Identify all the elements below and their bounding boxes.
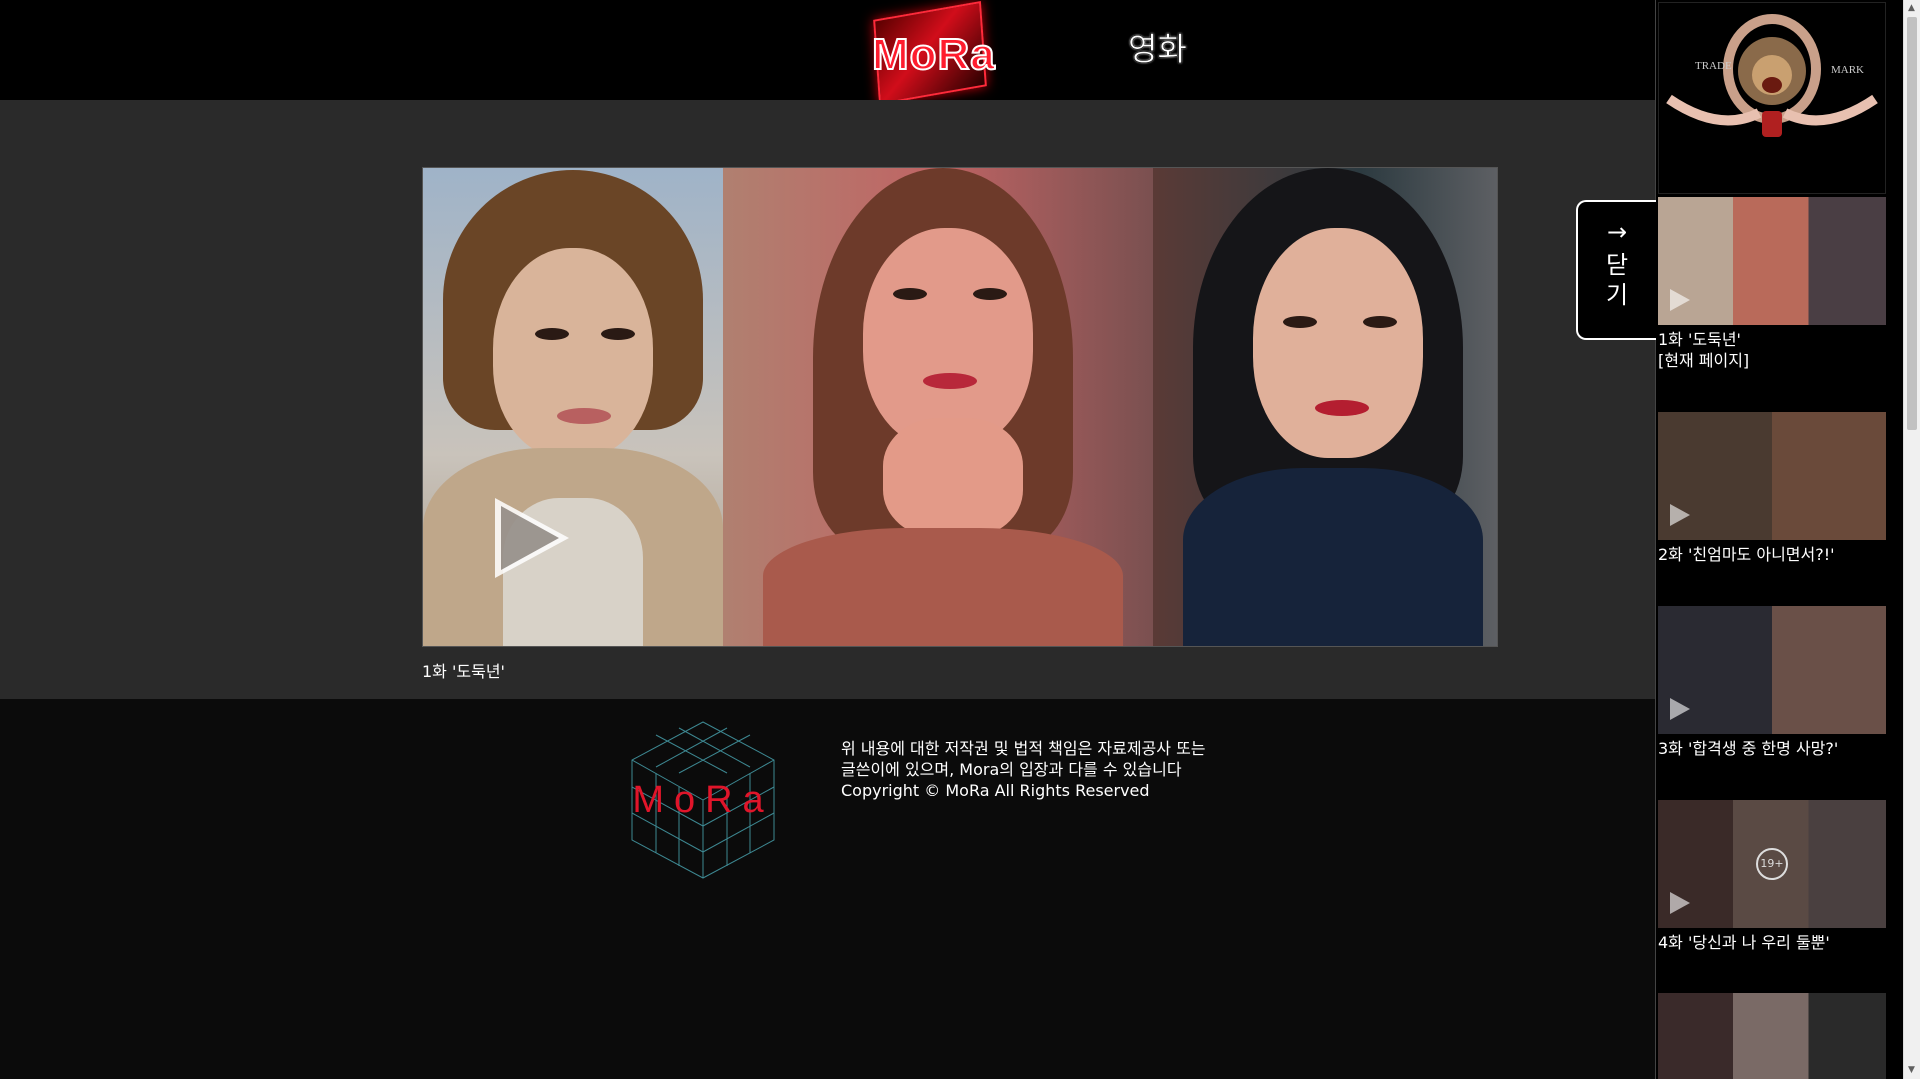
- episode-thumbnail[interactable]: [1658, 412, 1886, 540]
- footer-line-2: 글쓴이에 있으며, Mora의 입장과 다를 수 있습니다: [841, 760, 1182, 779]
- video-frame-center: [723, 168, 1153, 646]
- lion-emblem-icon: TRADE MARK: [1666, 14, 1878, 137]
- age-rating-badge: 19+: [1756, 848, 1788, 880]
- mora-logo[interactable]: MoRa: [866, 0, 996, 106]
- scroll-down-icon[interactable]: ▼: [1908, 1065, 1915, 1075]
- episode-item-4[interactable]: 19+ 4화 '당신과 나 우리 둘뿐': [1658, 800, 1886, 953]
- episode-item-5[interactable]: [1658, 993, 1886, 1079]
- episode-title: 1화 '도둑년': [422, 662, 505, 681]
- play-icon: [1670, 289, 1690, 311]
- episode-thumbnail[interactable]: 19+: [1658, 800, 1886, 928]
- episode-thumbnail[interactable]: [1658, 197, 1886, 325]
- cube-grid-icon: MoRa: [631, 721, 775, 879]
- episode-sidebar[interactable]: TRADE MARK 1화 '도둑년' [현재 페이지] 2화 '친엄마도 아니…: [1655, 0, 1903, 1079]
- arrow-right-icon: →: [1606, 218, 1628, 246]
- video-frame-left: [423, 168, 723, 646]
- scroll-thumb[interactable]: [1907, 17, 1917, 430]
- trade-text: TRADE: [1695, 60, 1732, 72]
- page-scrollbar[interactable]: ▲ ▼: [1903, 0, 1920, 1079]
- episode-thumbnail[interactable]: [1658, 606, 1886, 734]
- footer-logo: MoRa: [630, 720, 776, 880]
- episode-item-3[interactable]: 3화 '합격생 중 한명 사망?': [1658, 606, 1886, 759]
- play-icon: [1670, 892, 1690, 914]
- footer-copyright: Copyright © MoRa All Rights Reserved: [841, 781, 1150, 800]
- episode-thumbnail[interactable]: [1658, 993, 1886, 1079]
- logo-text: MoRa: [871, 29, 996, 80]
- episode-item-1[interactable]: 1화 '도둑년' [현재 페이지]: [1658, 197, 1886, 371]
- nav-movies-link[interactable]: 영화: [1128, 24, 1187, 70]
- sidebar-close-button[interactable]: → 닫기: [1576, 200, 1656, 340]
- main-content: 1화 '도둑년': [0, 100, 1655, 699]
- scroll-up-icon[interactable]: ▲: [1908, 3, 1915, 13]
- footer-text: 위 내용에 대한 저작권 및 법적 책임은 자료제공사 또는 글쓴이에 있으며,…: [841, 738, 1206, 801]
- episode-item-2[interactable]: 2화 '친엄마도 아니면서?!': [1658, 412, 1886, 565]
- header: MoRa 영화: [0, 0, 1655, 106]
- episode-label: 1화 '도둑년' [현재 페이지]: [1658, 330, 1750, 370]
- studio-logo: TRADE MARK: [1658, 2, 1886, 194]
- episode-label: 4화 '당신과 나 우리 둘뿐': [1658, 933, 1830, 952]
- footer-logo-text: MoRa: [632, 779, 773, 821]
- close-label: 닫기: [1605, 251, 1629, 309]
- video-frame-right: [1153, 168, 1497, 646]
- play-icon: [1670, 504, 1690, 526]
- video-player[interactable]: [422, 167, 1498, 647]
- play-icon[interactable]: [495, 498, 569, 578]
- episode-label: 2화 '친엄마도 아니면서?!': [1658, 545, 1835, 564]
- episode-label: 3화 '합격생 중 한명 사망?': [1658, 739, 1839, 758]
- mark-text: MARK: [1831, 64, 1864, 76]
- play-icon: [1670, 698, 1690, 720]
- footer-line-1: 위 내용에 대한 저작권 및 법적 책임은 자료제공사 또는: [841, 739, 1206, 758]
